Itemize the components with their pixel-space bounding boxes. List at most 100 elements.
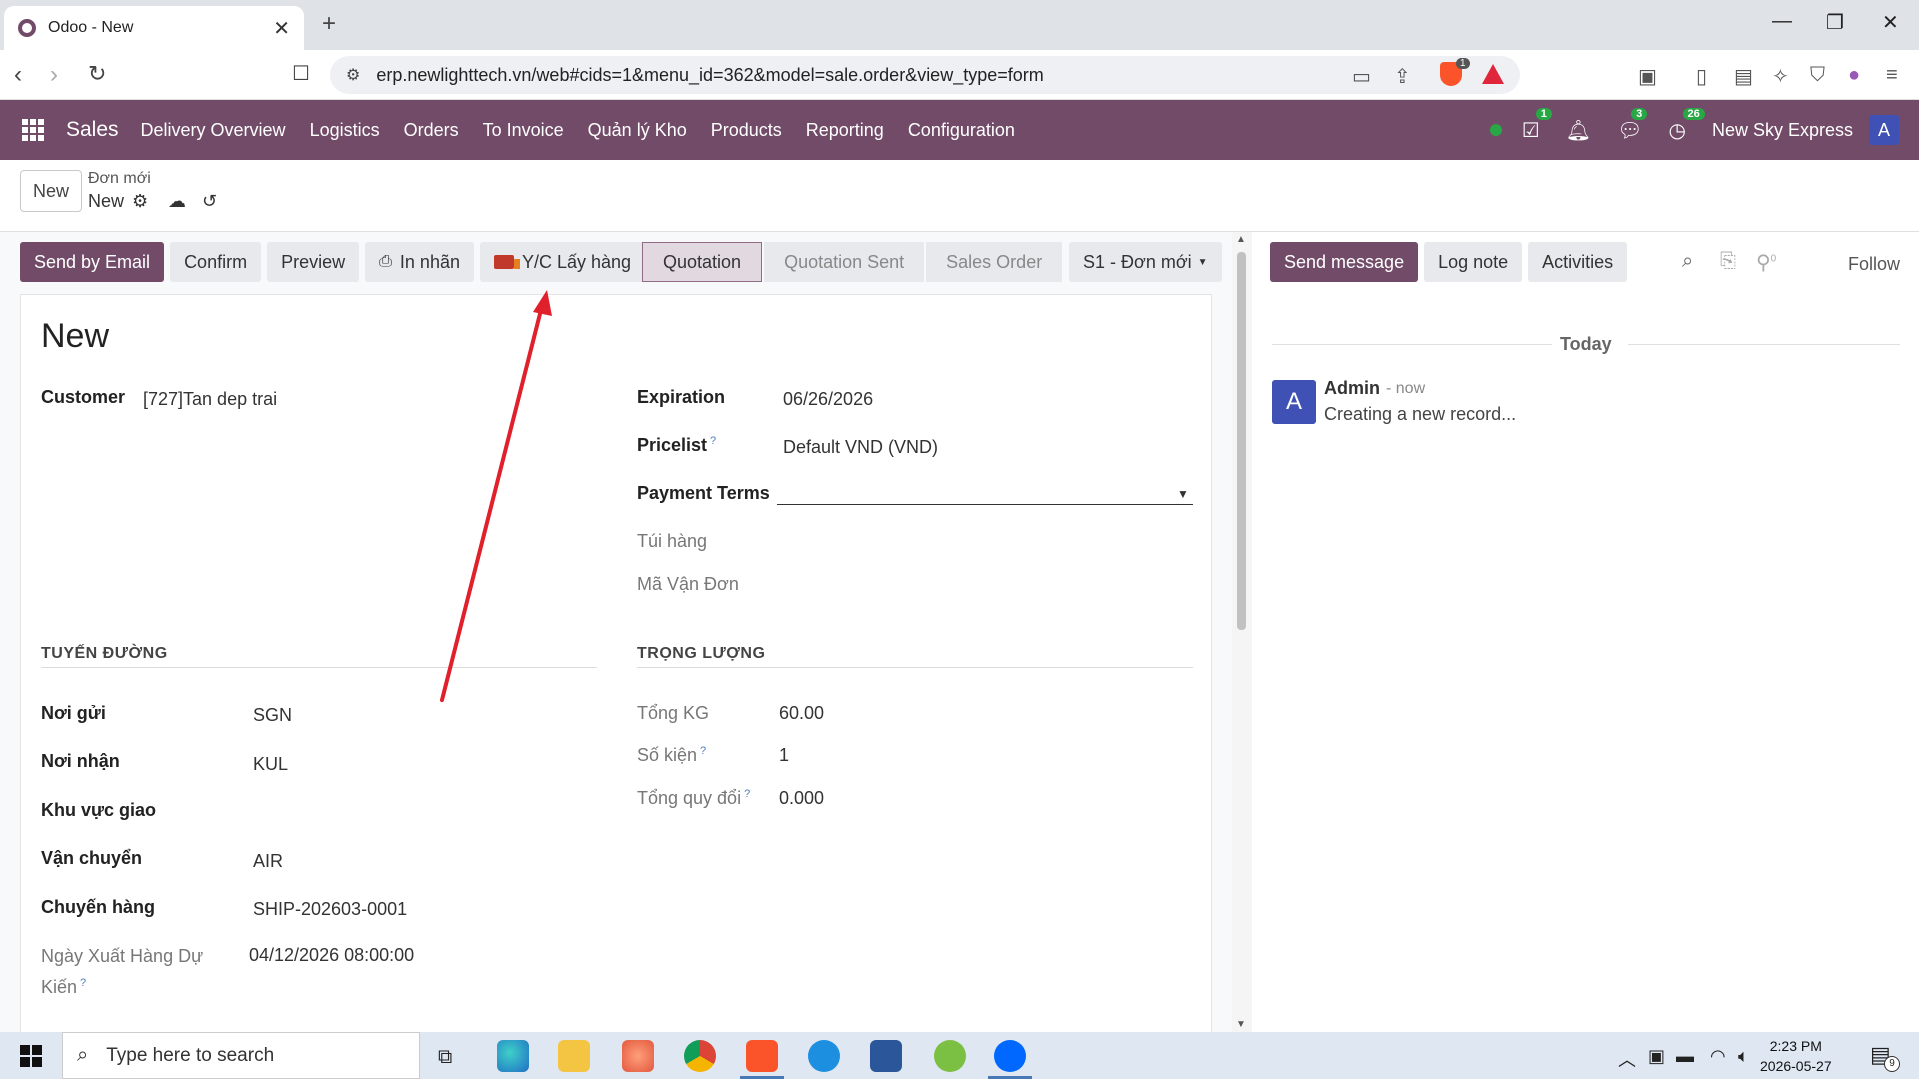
followers-icon[interactable]: ⚲0 [1756,250,1776,275]
url-field[interactable]: ⚙ erp.newlighttech.vn/web#cids=1&menu_id… [330,56,1520,94]
tong-quy-doi-field[interactable]: 0.000 [779,788,824,809]
scroll-down-icon[interactable]: ▼ [1236,1019,1246,1030]
bookmark-icon[interactable]: ☐ [292,61,310,86]
pickup-request-button[interactable]: Y/C Lấy hàng [479,242,646,282]
messages-icon[interactable]: 💬︎ 3 [1617,107,1648,143]
wifi-icon[interactable]: ◠ [1710,1046,1726,1067]
noi-nhan-field[interactable]: KUL [253,754,288,775]
meet-now-icon[interactable]: ▣ [1648,1046,1665,1067]
apps-menu-icon[interactable] [22,119,44,141]
menu-orders[interactable]: Orders [404,120,459,141]
so-kien-field[interactable]: 1 [779,745,789,766]
new-tab-button[interactable]: + [322,10,336,38]
menu-to-invoice[interactable]: To Invoice [483,120,564,141]
company-switcher[interactable]: New Sky Express [1712,120,1853,141]
menu-configuration[interactable]: Configuration [908,120,1015,141]
cast-icon[interactable]: ▭ [1352,64,1371,89]
new-record-button[interactable]: New [20,170,82,212]
scroll-up-icon[interactable]: ▲ [1236,234,1246,245]
discard-icon[interactable]: ↺ [202,191,217,212]
follow-button[interactable]: Follow [1848,254,1900,275]
form-scrollbar[interactable]: ▲ ▼ [1232,232,1252,1032]
file-explorer-icon[interactable] [558,1040,590,1072]
menu-products[interactable]: Products [711,120,782,141]
app-sparkle-icon[interactable] [622,1040,654,1072]
scroll-thumb[interactable] [1237,252,1246,630]
breadcrumb-parent[interactable]: Đơn mới [88,170,151,188]
customer-field[interactable]: [727]Tan dep trai [143,389,277,410]
docker-icon[interactable] [808,1040,840,1072]
share-icon[interactable]: ⇪ [1394,64,1411,89]
attachment-icon[interactable]: ⎘ [1720,250,1736,273]
profile-icon[interactable]: ● [1848,64,1860,87]
restore-icon[interactable]: ❐ [1826,10,1844,35]
browser-menu-icon[interactable]: ≡ [1886,64,1898,87]
wallet-icon[interactable]: ▤ [1734,64,1753,89]
back-icon[interactable]: ‹ [14,61,22,89]
clock-icon[interactable]: ◷ 26 [1669,107,1705,143]
taskbar-search[interactable]: ⌕ Type here to search [62,1032,420,1079]
activity-icon[interactable]: ☑ 1 [1522,107,1552,143]
site-settings-icon[interactable]: ⚙ [346,65,360,85]
edge-icon[interactable] [497,1040,529,1072]
chrome-icon[interactable] [684,1040,716,1072]
expiration-field[interactable]: 06/26/2026 [783,389,873,410]
ngay-xuat-field[interactable]: 04/12/2026 08:00:00 [249,945,414,966]
pricelist-field[interactable]: Default VND (VND) [783,437,938,458]
menu-reporting[interactable]: Reporting [806,120,884,141]
minimize-icon[interactable]: — [1772,10,1792,33]
tab-close-icon[interactable]: ✕ [273,16,290,41]
save-cloud-icon[interactable]: ☁ [168,191,186,212]
stage-sales-order[interactable]: Sales Order [926,242,1063,282]
battery-icon[interactable]: ▬ [1676,1046,1694,1067]
sidebar-toggle-icon[interactable]: ▯ [1696,64,1707,89]
help-icon[interactable]: ? [80,977,86,989]
menu-delivery-overview[interactable]: Delivery Overview [141,120,286,141]
workflow-stage-dropdown[interactable]: S1 - Đơn mới ▼ [1069,242,1222,282]
print-label-button[interactable]: ⎙ In nhãn [365,242,474,282]
message-avatar[interactable]: A [1272,380,1316,424]
user-avatar[interactable]: A [1869,115,1899,145]
help-icon[interactable]: ? [710,435,716,447]
activities-button[interactable]: Activities [1528,242,1628,282]
log-note-button[interactable]: Log note [1424,242,1523,282]
help-icon[interactable]: ? [700,745,706,757]
windows-start-icon[interactable] [20,1044,42,1067]
forward-icon[interactable]: › [50,61,58,89]
brave-rewards-icon[interactable] [1482,64,1504,84]
reader-mode-icon[interactable]: ▣ [1638,64,1657,89]
gear-icon[interactable]: ⚙ [132,191,148,212]
clock-date: 2026-05-27 [1760,1058,1832,1074]
volume-icon[interactable]: 🔈︎ [1738,1046,1749,1067]
menu-logistics[interactable]: Logistics [310,120,380,141]
leo-ai-icon[interactable]: ✧ [1772,64,1789,89]
stage-quotation-sent[interactable]: Quotation Sent [764,242,925,282]
send-message-button[interactable]: Send message [1270,242,1419,282]
stage-quotation[interactable]: Quotation [642,242,763,282]
app-name[interactable]: Sales [66,118,119,142]
preview-button[interactable]: Preview [267,242,360,282]
brave-icon[interactable] [746,1040,778,1072]
bell-icon[interactable]: 🔔︎ [1566,118,1591,143]
van-chuyen-field[interactable]: AIR [253,851,283,872]
taskbar-clock[interactable]: 2:23 PM 2026-05-27 [1760,1036,1832,1076]
reload-icon[interactable]: ↻ [88,61,106,87]
tray-overflow-icon[interactable]: ︿ [1618,1046,1636,1072]
message-author[interactable]: Admin [1324,378,1380,399]
chuyen-hang-field[interactable]: SHIP-202603-0001 [253,899,407,920]
send-by-email-button[interactable]: Send by Email [20,242,165,282]
noi-gui-field[interactable]: SGN [253,705,292,726]
menu-quan-ly-kho[interactable]: Quản lý Kho [588,120,687,141]
tong-kg-field[interactable]: 60.00 [779,703,824,724]
help-icon[interactable]: ? [744,788,750,800]
vpn-icon[interactable]: ⛉ [1810,64,1825,87]
word-icon[interactable] [870,1040,902,1072]
caret-down-icon[interactable]: ▼ [1177,487,1189,501]
app-green-icon[interactable] [934,1040,966,1072]
zalo-icon[interactable] [994,1040,1026,1072]
search-icon[interactable]: ⌕ [1682,250,1693,273]
close-window-icon[interactable]: ✕ [1882,10,1899,35]
confirm-button[interactable]: Confirm [170,242,262,282]
task-view-icon[interactable]: ⧉ [438,1046,452,1069]
browser-tab[interactable]: Odoo - New ✕ [4,6,304,50]
